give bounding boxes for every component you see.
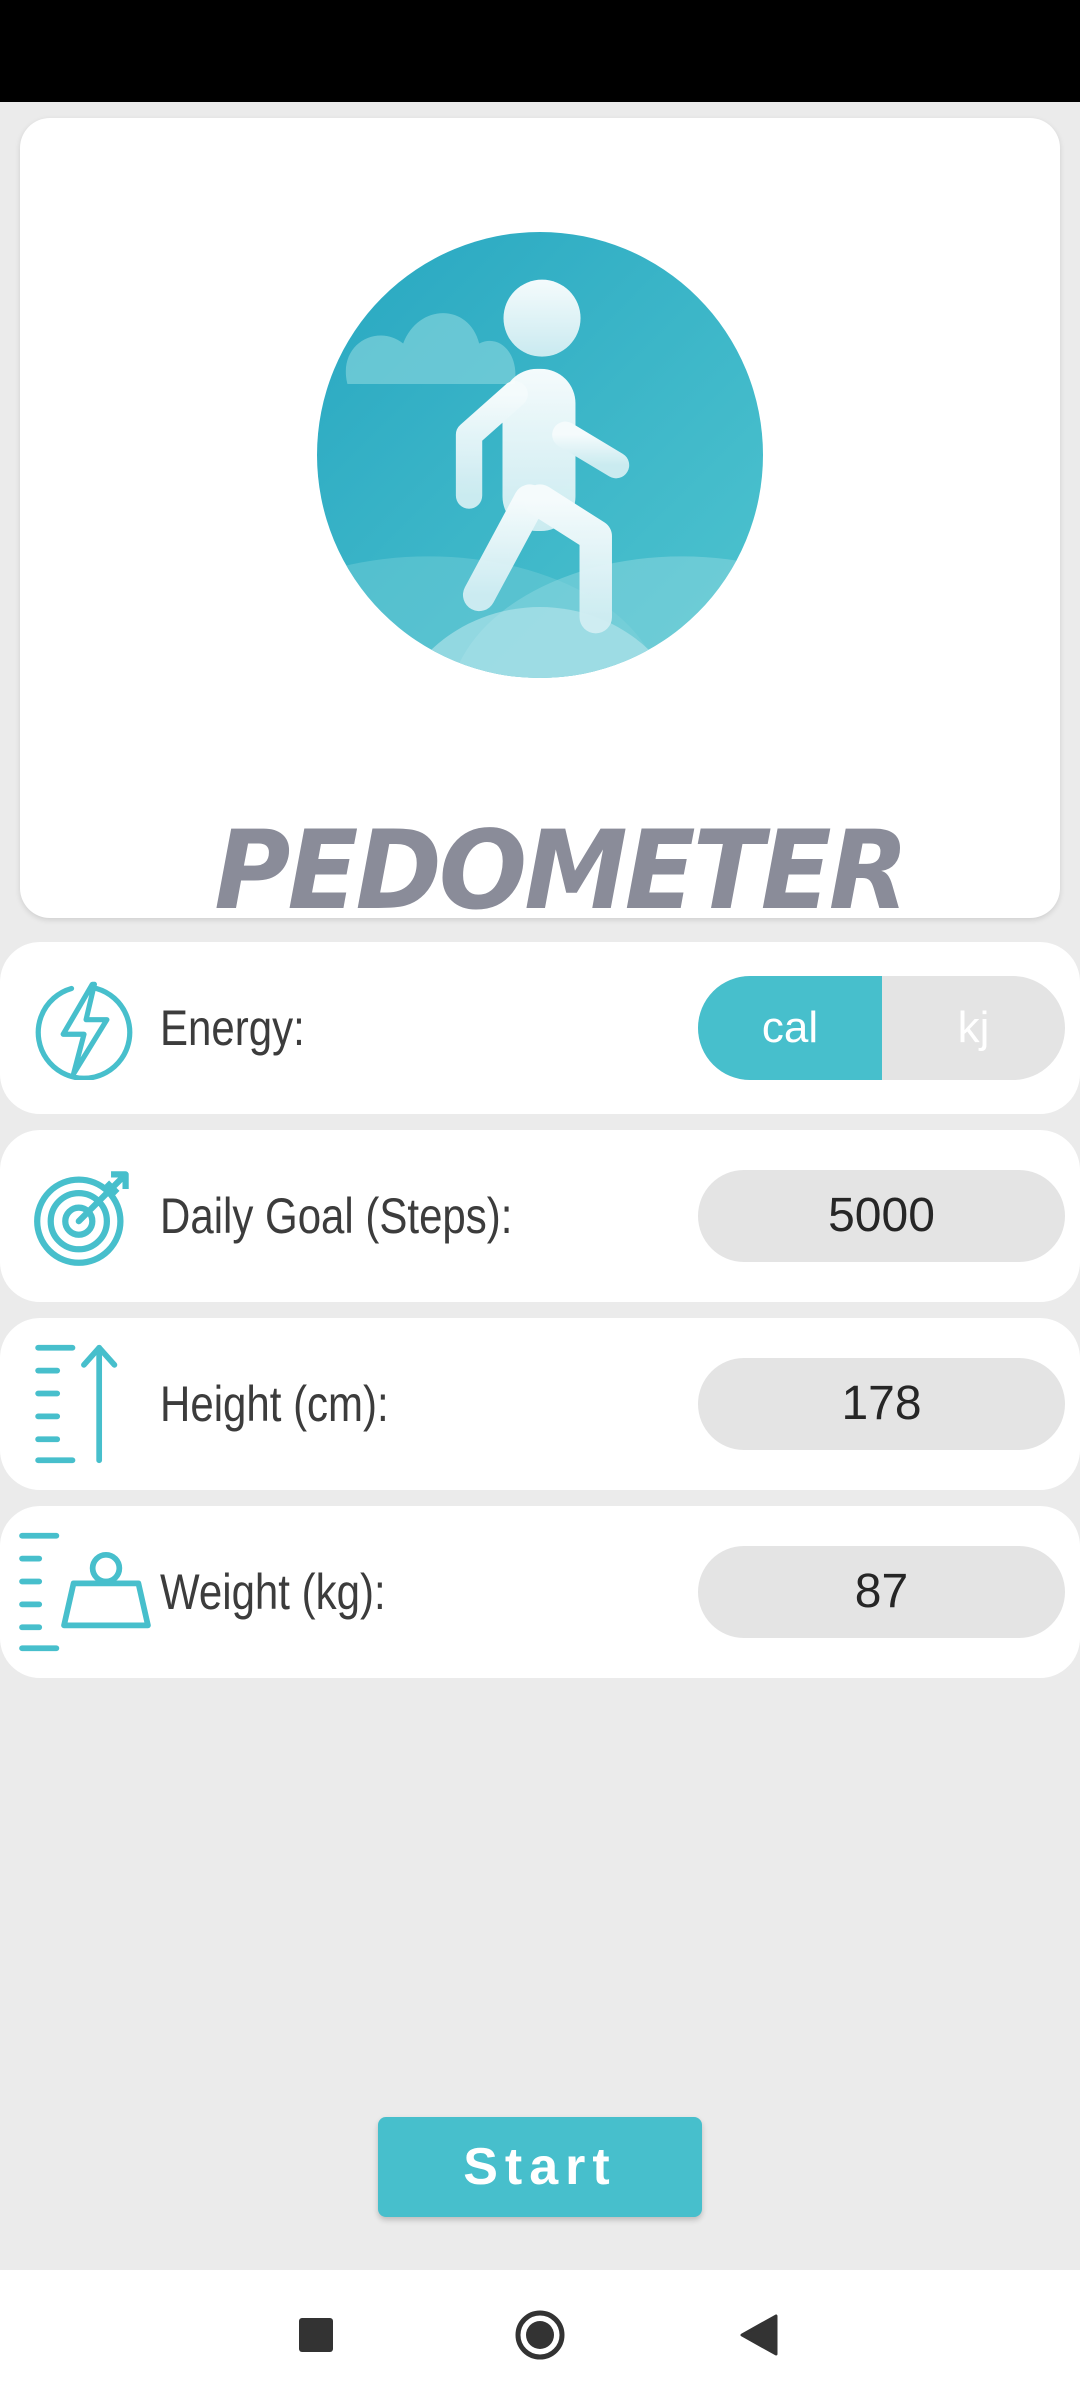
weight-label: Weight (kg):	[160, 1564, 386, 1620]
height-input[interactable]: 178	[698, 1358, 1065, 1450]
energy-setting-row: Energy: cal kj	[0, 942, 1080, 1114]
status-bar	[0, 0, 1080, 102]
walking-person-logo-icon	[317, 232, 763, 678]
unit-option-cal[interactable]: cal	[698, 976, 882, 1080]
target-arrow-icon	[34, 1171, 129, 1266]
square-icon[interactable]	[281, 2300, 351, 2370]
energy-label: Energy:	[160, 1000, 305, 1056]
start-button[interactable]: Start	[378, 2117, 702, 2217]
daily-goal-input[interactable]: 5000	[698, 1170, 1065, 1262]
weight-scale-icon	[19, 1532, 151, 1652]
weight-input[interactable]: 87	[698, 1546, 1065, 1638]
unit-option-kj[interactable]: kj	[882, 976, 1065, 1080]
height-setting-row: Height (cm): 178	[0, 1318, 1080, 1490]
app-title: PEDOMETER	[214, 805, 909, 935]
daily-goal-setting-row: Daily Goal (Steps): 5000	[0, 1130, 1080, 1302]
daily-goal-label: Daily Goal (Steps):	[160, 1188, 513, 1244]
energy-unit-toggle[interactable]: cal kj	[698, 976, 1065, 1080]
lightning-bolt-icon	[35, 981, 133, 1080]
circle-icon[interactable]	[505, 2300, 575, 2370]
weight-setting-row: Weight (kg): 87	[0, 1506, 1080, 1678]
system-nav-bar	[0, 2270, 1080, 2400]
height-label: Height (cm):	[160, 1376, 389, 1432]
triangle-back-icon[interactable]	[726, 2300, 796, 2370]
logo-card: PEDOMETER	[20, 118, 1060, 925]
height-ruler-icon	[35, 1344, 118, 1464]
